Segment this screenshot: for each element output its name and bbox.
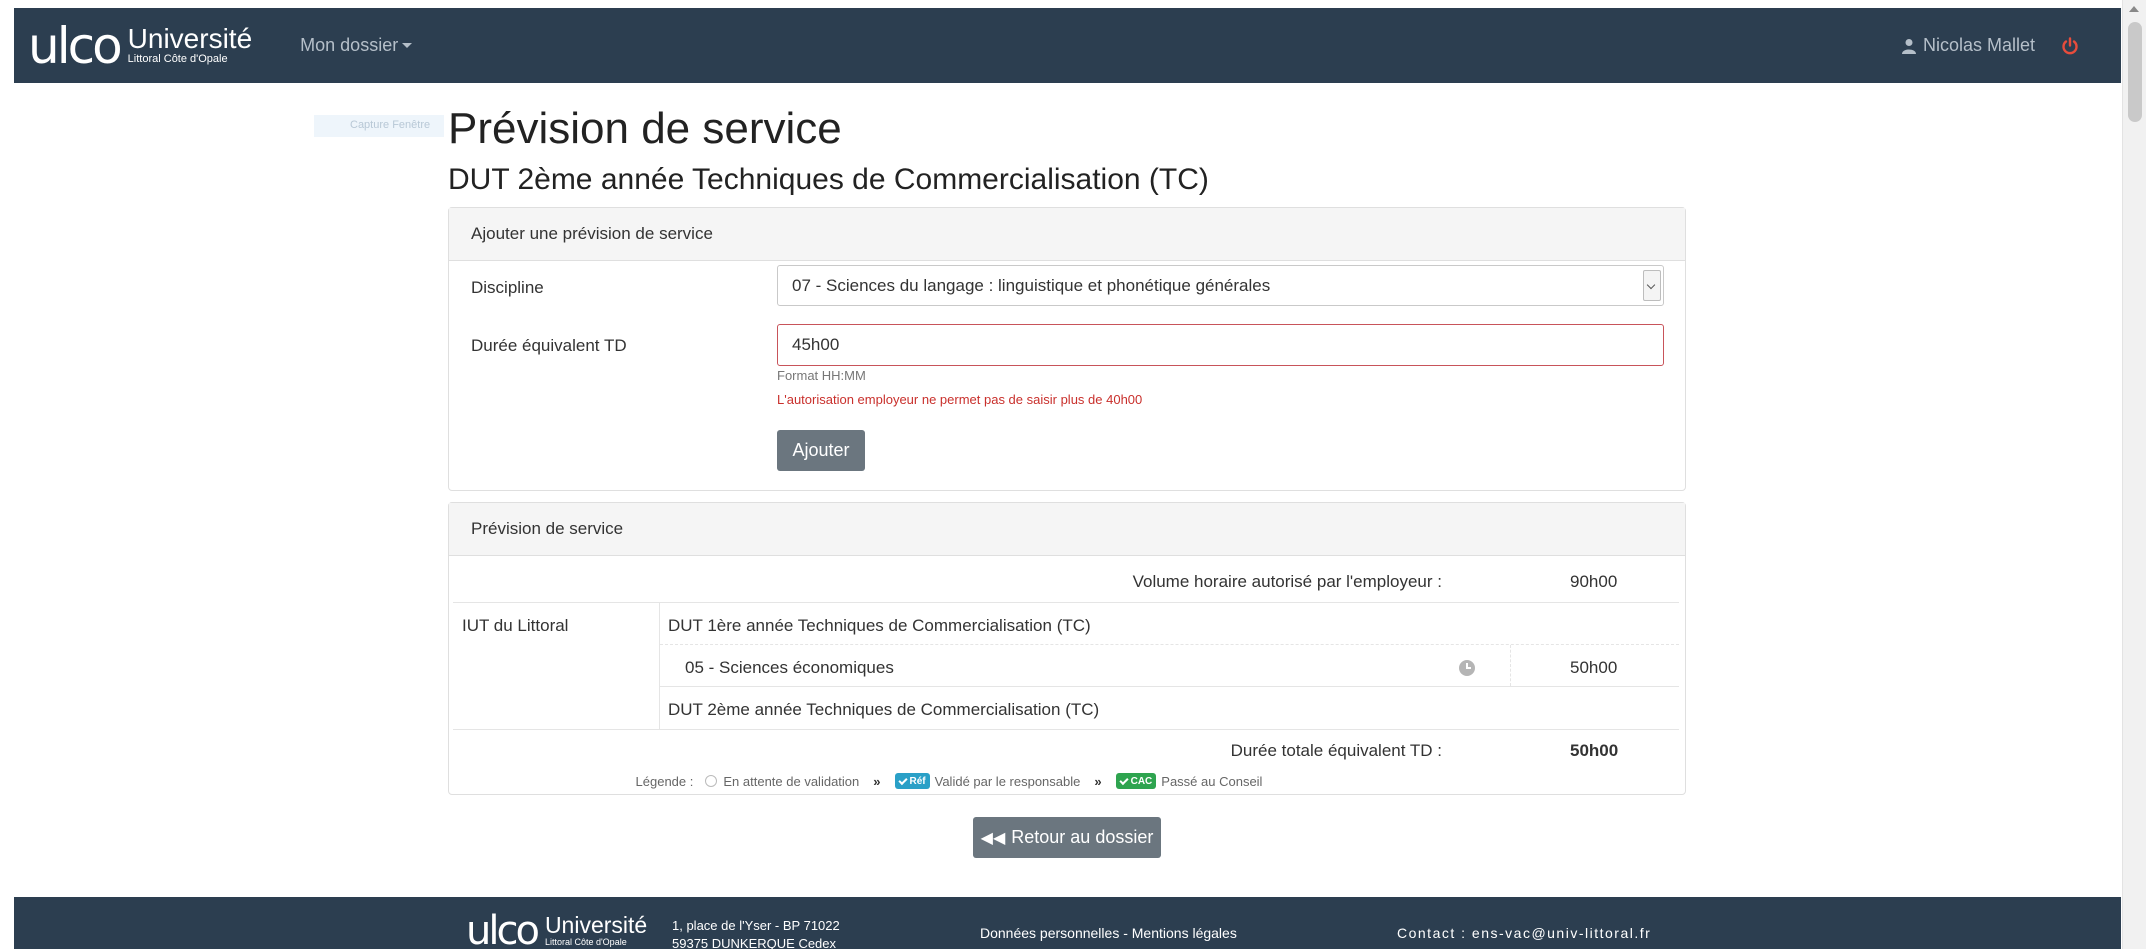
double-chevron-icon: » [1094,773,1102,789]
legend: Légende : En attente de validation » Réf… [449,773,1685,789]
discipline-selected-value: 07 - Sciences du langage : linguistique … [792,276,1271,295]
row-divider [453,602,1679,603]
forecast-header: Prévision de service [449,503,1685,556]
establishment-name: IUT du Littoral [462,616,569,635]
ref-badge: Réf [894,773,930,789]
error-message: L'autorisation employeur ne permet pas d… [777,392,1143,407]
power-icon [2062,36,2078,54]
duree-input[interactable] [777,324,1664,366]
footer-brand-subtitle: Littoral Côte d'Opale [544,937,627,948]
legend-validated: Validé par le responsable [934,773,1081,789]
legend-label: Légende : [635,773,694,789]
nav-right: Nicolas Mallet [1901,35,2079,56]
brand-subtitle: Littoral Côte d'Opale [127,52,228,65]
chevron-down-icon[interactable] [1643,270,1661,301]
footer: ulco Université Littoral Côte d'Opale 1,… [14,897,2121,949]
footer-contact[interactable]: Contact : ens-vac@univ-littoral.fr [1397,925,1651,941]
brand-text: Université Littoral Côte d'Opale [127,22,253,66]
cac-badge-text: CAC [1130,775,1153,787]
double-chevron-icon: » [873,773,881,789]
mon-dossier-menu[interactable]: Mon dossier [300,35,413,56]
scroll-up-icon[interactable] [2129,6,2139,12]
mon-dossier-label: Mon dossier [300,35,399,55]
check-icon [897,775,908,785]
page-title: Prévision de service [448,104,842,153]
user-menu[interactable]: Nicolas Mallet [1901,35,2035,56]
navbar: ulco Université Littoral Côte d'Opale Mo… [14,8,2121,83]
footer-brand-text: Université Littoral Côte d'Opale [545,914,647,948]
caret-down-icon [402,43,413,48]
discipline-1: 05 - Sciences économiques [685,658,894,677]
user-name: Nicolas Mallet [1922,35,2035,55]
clock-icon [705,775,718,787]
user-icon [1901,38,1916,54]
row-divider [660,644,1679,645]
footer-legal-links[interactable]: Données personnelles - Mentions légales [980,925,1237,941]
top-strip [0,0,2146,8]
logout-button[interactable] [2061,36,2079,55]
footer-brand-name: Université [544,912,648,939]
add-forecast-header: Ajouter une prévision de service [449,208,1685,261]
formation-1: DUT 1ère année Techniques de Commerciali… [668,616,1091,635]
legend-pending: En attente de validation [723,773,860,789]
page-subtitle: DUT 2ème année Techniques de Commerciali… [448,163,1209,196]
brand-logo[interactable]: ulco Université Littoral Côte d'Opale [28,21,252,71]
discipline-label: Discipline [471,278,544,297]
forecast-card: Prévision de service Volume horaire auto… [448,502,1686,795]
footer-logo[interactable]: ulco Université Littoral Côte d'Opale [466,911,647,949]
brand-logo-mark: ulco [28,16,123,75]
address-line-2: 59375 DUNKERQUE Cedex [672,936,837,949]
legend-council: Passé au Conseil [1161,773,1263,789]
scrollbar[interactable] [2122,0,2146,949]
backward-icon: ◀◀ [980,829,1006,847]
footer-logo-mark: ulco [466,908,540,949]
brand-name: Université [127,22,253,54]
add-forecast-card: Ajouter une prévision de service Discipl… [448,207,1686,491]
capture-window-button[interactable]: Capture Fenêtre [314,115,444,137]
row-divider [453,729,1679,730]
address-line-1: 1, place de l'Yser - BP 71022 [672,918,840,933]
total-label: Durée totale équivalent TD : [1230,741,1442,760]
row-divider [660,686,1679,687]
back-button-label: Retour au dossier [1011,827,1154,847]
add-button[interactable]: Ajouter [777,430,865,471]
cac-badge: CAC [1115,773,1157,789]
clock-icon [1459,660,1475,676]
format-help: Format HH:MM [777,368,866,383]
col-divider [659,603,660,729]
authorized-volume-value: 90h00 [1570,572,1618,591]
scroll-thumb[interactable] [2128,22,2142,122]
total-value: 50h00 [1570,741,1619,760]
col-divider [1510,645,1511,686]
ref-badge-text: Réf [909,775,926,787]
discipline-1-hours: 50h00 [1570,658,1618,677]
back-to-dossier-button[interactable]: ◀◀ Retour au dossier [973,817,1161,858]
footer-address: 1, place de l'Yser - BP 71022 59375 DUNK… [672,917,840,949]
discipline-select[interactable]: 07 - Sciences du langage : linguistique … [777,265,1664,306]
check-icon [1119,775,1129,785]
authorized-volume-label: Volume horaire autorisé par l'employeur … [1132,572,1442,591]
duree-label: Durée équivalent TD [471,336,627,355]
formation-2: DUT 2ème année Techniques de Commerciali… [668,700,1100,719]
